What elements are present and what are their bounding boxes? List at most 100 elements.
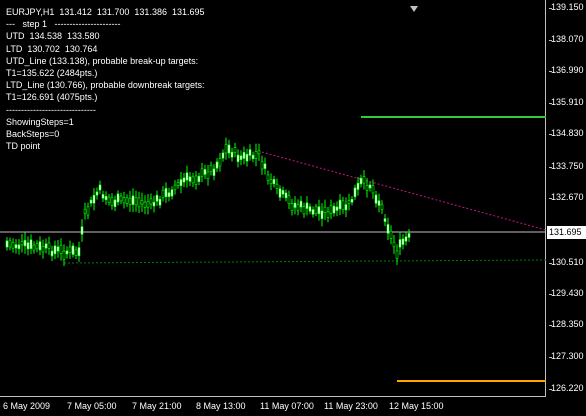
candle-body bbox=[113, 199, 117, 208]
price-tick-label: 132.670 bbox=[549, 192, 586, 202]
price-tick-label: 126.220 bbox=[549, 383, 586, 393]
candle-body bbox=[227, 144, 231, 154]
candle-body bbox=[56, 246, 60, 252]
candle-body bbox=[317, 206, 321, 215]
time-tick-label: 7 May 21:00 bbox=[132, 401, 182, 411]
info-line: LTD 130.702 130.764 bbox=[6, 43, 98, 54]
candle-body bbox=[149, 198, 153, 205]
candle-body bbox=[305, 202, 309, 209]
indicator-info-block: EURJPY,H1 131.412 131.700 131.386 131.69… bbox=[6, 6, 205, 152]
candle-body bbox=[359, 177, 363, 185]
candle-body bbox=[125, 197, 129, 204]
price-tick-label: 127.300 bbox=[549, 351, 586, 361]
candle-body bbox=[50, 250, 54, 257]
candle-body bbox=[92, 194, 96, 204]
candle-body bbox=[212, 168, 216, 176]
info-line: UTD_Line (133.138), probable break-up ta… bbox=[6, 55, 199, 66]
price-tick-label: 135.910 bbox=[549, 97, 586, 107]
candle-body bbox=[206, 171, 210, 180]
price-scale[interactable]: 139.150 138.070 136.990 135.910 134.830 133.7… bbox=[547, 0, 586, 397]
candle-body bbox=[41, 246, 45, 253]
candle-body bbox=[245, 153, 249, 162]
candle-body bbox=[11, 242, 15, 249]
candle-body bbox=[89, 199, 93, 204]
info-line: UTD 134.538 133.580 bbox=[6, 31, 100, 42]
candle-body bbox=[68, 246, 72, 253]
info-line: BackSteps=0 bbox=[6, 128, 60, 139]
candle-body bbox=[128, 198, 132, 205]
price-tick-label: 134.830 bbox=[549, 128, 586, 138]
candle-body bbox=[197, 175, 201, 182]
candle-body bbox=[179, 179, 183, 187]
price-tick-label: 130.510 bbox=[549, 257, 586, 267]
candle-body bbox=[260, 161, 264, 170]
info-line: EURJPY,H1 131.412 131.700 131.386 131.69… bbox=[6, 7, 205, 17]
candle-body bbox=[188, 176, 192, 182]
candle-body bbox=[167, 192, 171, 197]
info-line: --- step 1 ---------------------- bbox=[6, 19, 121, 30]
candle-body bbox=[173, 184, 177, 190]
candle-body bbox=[158, 198, 162, 206]
candle-body bbox=[314, 206, 318, 214]
time-tick-label: 7 May 05:00 bbox=[67, 401, 117, 411]
price-tick-label: 138.070 bbox=[549, 34, 586, 44]
candle-body bbox=[269, 179, 273, 184]
candle-body bbox=[140, 200, 144, 205]
candle-body bbox=[242, 152, 246, 159]
candle-body bbox=[320, 210, 324, 220]
candle-body bbox=[71, 245, 75, 255]
candle-body bbox=[26, 242, 30, 250]
candle-body bbox=[170, 189, 174, 197]
candle-body bbox=[302, 206, 306, 215]
utd-trendline bbox=[257, 150, 546, 231]
time-tick-label: 6 May 2009 bbox=[3, 401, 51, 411]
candle-body bbox=[239, 155, 243, 160]
candle-body bbox=[284, 192, 288, 199]
candle-body bbox=[332, 205, 336, 214]
candle-body bbox=[398, 239, 402, 248]
candle-body bbox=[311, 209, 315, 215]
candle-body bbox=[152, 201, 156, 207]
candle-body bbox=[377, 200, 381, 206]
candle-body bbox=[59, 245, 63, 254]
candle-body bbox=[176, 182, 180, 186]
candle-body bbox=[53, 245, 57, 255]
price-tick-label: 139.150 bbox=[549, 2, 586, 12]
candle-body bbox=[14, 244, 18, 249]
candle-body bbox=[35, 243, 39, 250]
info-line: TD point bbox=[6, 141, 41, 152]
candle-body bbox=[401, 238, 405, 245]
candle-body bbox=[23, 239, 27, 247]
candle-body bbox=[203, 169, 207, 175]
candle-body bbox=[251, 154, 255, 160]
price-tick-label: 128.350 bbox=[549, 319, 586, 329]
candle-body bbox=[104, 195, 108, 201]
candle-body bbox=[353, 187, 357, 198]
candle-body bbox=[155, 194, 159, 202]
candle-body bbox=[164, 188, 168, 198]
candle-body bbox=[182, 177, 186, 183]
candle-body bbox=[47, 242, 51, 249]
candle-body bbox=[386, 224, 390, 234]
candle-body bbox=[350, 198, 354, 203]
time-tick-label: 12 May 15:00 bbox=[389, 401, 444, 411]
candle-body bbox=[80, 226, 84, 235]
candle-body bbox=[344, 204, 348, 211]
candle-body bbox=[356, 182, 360, 190]
price-tick-label: 133.750 bbox=[549, 161, 586, 171]
candle-body bbox=[293, 202, 297, 208]
candle-body bbox=[65, 250, 69, 255]
time-scale[interactable]: 6 May 2009 7 May 05:00 7 May 21:00 8 May 13… bbox=[0, 398, 546, 416]
candle-body bbox=[20, 241, 24, 246]
candle-body bbox=[77, 247, 81, 257]
candle-body bbox=[5, 240, 9, 248]
candle-body bbox=[191, 176, 195, 184]
info-line: ------------------------------ bbox=[6, 104, 96, 115]
candle-body bbox=[392, 241, 396, 248]
candle-body bbox=[86, 206, 90, 216]
candle-body bbox=[74, 249, 78, 256]
candle-body bbox=[185, 172, 189, 181]
candle-body bbox=[323, 206, 327, 213]
candle-body bbox=[308, 206, 312, 212]
candle-body bbox=[161, 190, 165, 198]
